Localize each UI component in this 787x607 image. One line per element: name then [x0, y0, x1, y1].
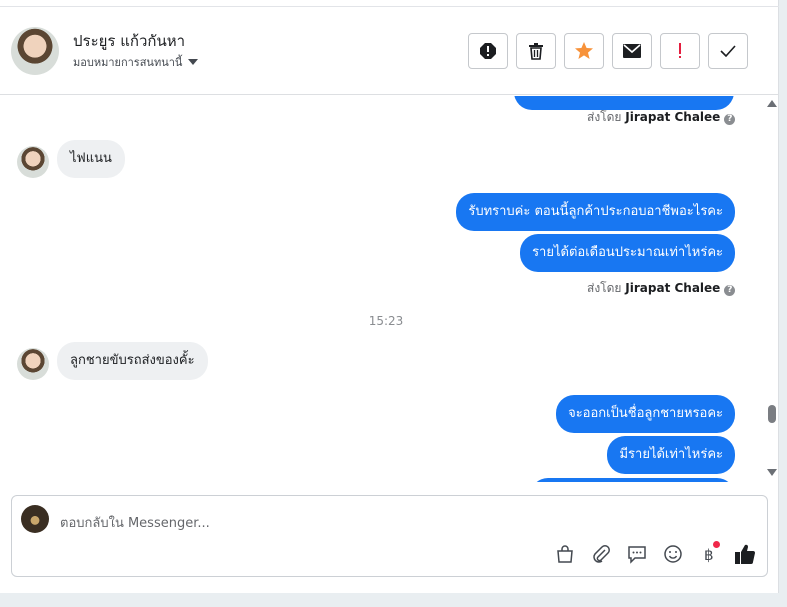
contact-avatar-small[interactable]: [17, 348, 49, 380]
svg-text:฿: ฿: [704, 546, 714, 564]
delete-button[interactable]: [516, 33, 556, 69]
message-bubble-outgoing-partial[interactable]: [530, 478, 735, 482]
message-timestamp: 15:23: [368, 314, 404, 328]
mark-as-spam-button[interactable]: [468, 33, 508, 69]
conversation-header: ประยูร แก้วกันหา มอบหมายการสนทนานี้: [0, 7, 779, 95]
envelope-icon: [623, 44, 641, 58]
notification-dot: [713, 541, 720, 548]
message-bubble-outgoing[interactable]: รับทราบค่ะ ตอนนี้ลูกค้าประกอบอาชีพอะไรคะ: [456, 193, 735, 231]
caret-down-icon: [188, 59, 199, 65]
help-icon[interactable]: ?: [724, 114, 736, 125]
star-icon: [575, 42, 593, 59]
mark-as-unread-button[interactable]: [612, 33, 652, 69]
like-button[interactable]: [733, 542, 757, 566]
help-icon[interactable]: ?: [724, 285, 736, 296]
reply-input[interactable]: ตอบกลับใน Messenger...: [60, 512, 210, 533]
check-icon: [720, 45, 736, 57]
conversation-panel: ประยูร แก้วกันหา มอบหมายการสนทนานี้ ส่งโ…: [0, 0, 779, 593]
message-bubble-outgoing[interactable]: จะออกเป็นชื่อลูกชายหรอคะ: [556, 395, 735, 433]
scroll-up-arrow-icon[interactable]: [767, 100, 777, 107]
saved-replies-button[interactable]: [625, 542, 649, 566]
attach-button[interactable]: [589, 542, 613, 566]
sender-name: Jirapat Chalee: [625, 281, 721, 295]
contact-avatar-small[interactable]: [17, 146, 49, 178]
emoji-button[interactable]: [661, 542, 685, 566]
message-list[interactable]: ส่งโดย Jirapat Chalee? ไฟแนน รับทราบค่ะ …: [0, 96, 763, 482]
sender-name: Jirapat Chalee: [625, 110, 721, 124]
sent-by-label: ส่งโดย Jirapat Chalee?: [587, 279, 736, 298]
message-bubble-outgoing[interactable]: มีรายได้เท่าไหร่คะ: [607, 436, 735, 474]
thumbs-up-icon: [735, 544, 755, 564]
message-bubble-outgoing[interactable]: รายได้ต่อเดือนประมาณเท่าไหร่คะ: [520, 234, 735, 272]
sent-by-label: ส่งโดย Jirapat Chalee?: [587, 108, 736, 127]
saved-replies-icon: [628, 546, 646, 564]
assign-label: มอบหมายการสนทนานี้: [73, 56, 183, 69]
exclamation-icon: [679, 43, 681, 58]
message-scrollbar[interactable]: [765, 96, 779, 482]
scroll-down-arrow-icon[interactable]: [767, 469, 777, 476]
payment-button[interactable]: ฿: [697, 541, 721, 566]
message-bubble-incoming[interactable]: ลูกชายขับรถส่งของคั้ะ: [57, 342, 208, 380]
mark-as-done-button[interactable]: [708, 33, 748, 69]
shopping-bag-icon: [557, 545, 573, 563]
assign-conversation-dropdown[interactable]: มอบหมายการสนทนานี้: [73, 53, 199, 71]
scrollbar-thumb[interactable]: [768, 405, 776, 423]
contact-name[interactable]: ประยูร แก้วกันหา: [73, 29, 185, 53]
contact-avatar[interactable]: [11, 27, 59, 75]
star-button[interactable]: [564, 33, 604, 69]
follow-up-button[interactable]: [660, 33, 700, 69]
paperclip-icon: [593, 545, 610, 563]
page-avatar: [21, 505, 49, 533]
sent-by-prefix: ส่งโดย: [587, 281, 622, 295]
message-bubble-incoming[interactable]: ไฟแนน: [57, 140, 125, 178]
shop-button[interactable]: [553, 542, 577, 566]
trash-icon: [529, 43, 543, 60]
sent-by-prefix: ส่งโดย: [587, 110, 622, 124]
reply-composer[interactable]: ตอบกลับใน Messenger... ฿: [11, 495, 768, 577]
spam-icon: [480, 43, 496, 59]
emoji-icon: [664, 545, 682, 563]
